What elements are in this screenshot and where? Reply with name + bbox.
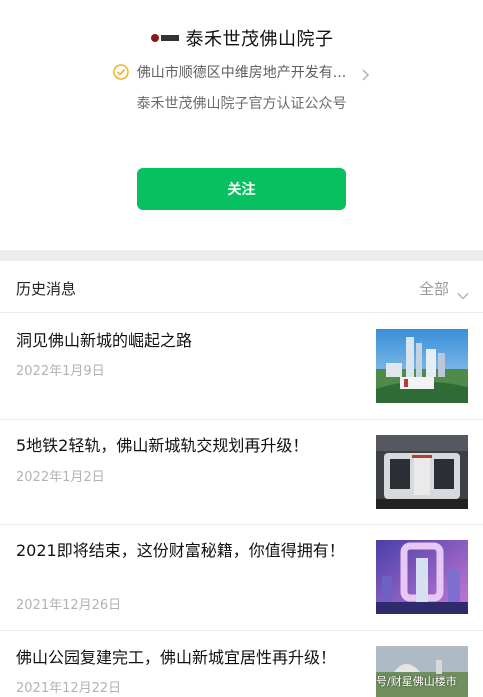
history-header: 历史消息 全部 [0,261,483,313]
filter-label: 全部 [418,280,449,298]
account-logo [150,31,180,45]
article-title: 佛山公园复建完工，佛山新城宜居性再升级！ [16,648,337,667]
article-date: 2021年12月26日 [16,598,122,613]
verified-badge-icon [113,64,129,80]
chevron-right-icon [360,66,370,81]
article-date: 2022年1月9日 [16,364,105,379]
article-title: 5地铁2轻轨，佛山新城轨交规划再升级！ [16,436,309,455]
article-item[interactable]: 佛山公园复建完工，佛山新城宜居性再升级！ 2021年12月22日 号/财星佛山楼… [0,631,483,697]
article-date: 2022年1月2日 [16,470,105,485]
article-title: 洞见佛山新城的崛起之路 [16,331,193,350]
verification-company: 佛山市顺德区中维房地产开发有... [136,65,347,81]
account-title-row: 泰禾世茂佛山院子 [0,24,483,52]
article-item[interactable]: 2021即将结束，这份财富秘籍，你值得拥有！ 2021年12月26日 [0,525,483,631]
article-thumbnail [376,540,468,614]
account-name: 泰禾世茂佛山院子 [185,29,334,50]
section-divider [0,250,483,261]
history-title: 历史消息 [16,280,77,298]
account-header: 泰禾世茂佛山院子 佛山市顺德区中维房地产开发有... 泰禾世茂佛山院子官方认证公… [0,0,483,250]
account-description: 泰禾世茂佛山院子官方认证公众号 [136,96,347,112]
thumbnail-watermark: 号/财星佛山楼市 [376,675,457,688]
article-item[interactable]: 5地铁2轻轨，佛山新城轨交规划再升级！ 2022年1月2日 [0,420,483,525]
article-date: 2021年12月22日 [16,681,122,696]
chevron-down-icon [457,285,469,299]
article-thumbnail [376,329,468,403]
filter-dropdown[interactable]: 全部 [419,278,469,299]
follow-button[interactable]: 关注 [137,168,346,210]
article-title: 2021即将结束，这份财富秘籍，你值得拥有！ [16,541,345,560]
article-item[interactable]: 洞见佛山新城的崛起之路 2022年1月9日 [0,314,483,420]
verification-row[interactable]: 佛山市顺德区中维房地产开发有... [0,60,483,84]
article-thumbnail [376,435,468,509]
article-thumbnail: 号/财星佛山楼市 [376,646,468,697]
